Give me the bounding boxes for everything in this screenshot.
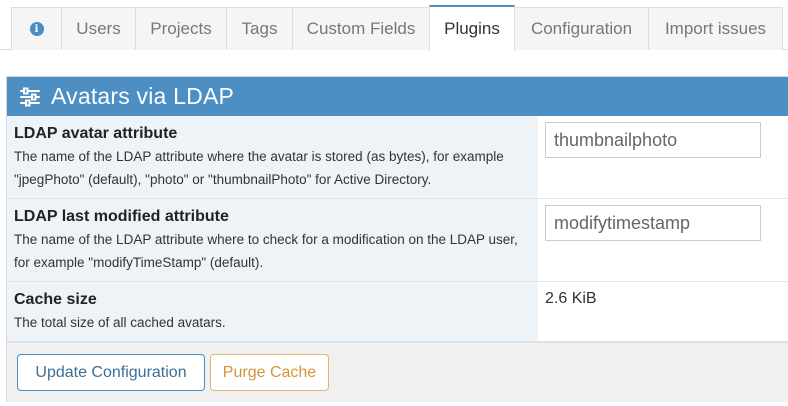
update-configuration-button[interactable]: Update Configuration: [17, 354, 205, 391]
setting-row-last-modified-attribute: LDAP last modified attribute The name of…: [7, 199, 788, 282]
info-icon: i: [29, 22, 44, 36]
tab-projects[interactable]: Projects: [135, 7, 227, 50]
tab-import-issues[interactable]: Import issues: [648, 7, 783, 50]
tab-info[interactable]: i: [11, 7, 62, 50]
admin-tab-bar: i Users Projects Tags Custom Fields Plug…: [0, 0, 788, 51]
tab-tags[interactable]: Tags: [226, 7, 293, 50]
setting-label-cell: LDAP avatar attribute The name of the LD…: [7, 116, 538, 198]
panel-title: Avatars via LDAP: [51, 83, 235, 109]
setting-title: LDAP avatar attribute: [14, 125, 178, 142]
setting-description: The name of the LDAP attribute where to …: [14, 232, 518, 270]
setting-value-cell: [538, 199, 788, 281]
setting-title: Cache size: [14, 291, 97, 308]
tab-custom-fields[interactable]: Custom Fields: [292, 7, 430, 50]
setting-value-cell: [538, 116, 788, 198]
setting-value-cell: 2.6 KiB: [538, 282, 788, 341]
panel-header: Avatars via LDAP: [7, 77, 788, 116]
setting-row-cache-size: Cache size The total size of all cached …: [7, 282, 788, 342]
setting-label-cell: LDAP last modified attribute The name of…: [7, 199, 538, 281]
last-modified-attribute-input[interactable]: [545, 205, 761, 241]
cache-size-value: 2.6 KiB: [545, 290, 597, 307]
avatar-attribute-input[interactable]: [545, 122, 761, 158]
setting-description: The total size of all cached avatars.: [14, 315, 226, 330]
sliders-icon: [20, 87, 40, 106]
setting-label-cell: Cache size The total size of all cached …: [7, 282, 538, 341]
tab-configuration[interactable]: Configuration: [514, 7, 649, 50]
setting-description: The name of the LDAP attribute where the…: [14, 149, 504, 187]
tab-users[interactable]: Users: [61, 7, 136, 50]
setting-row-avatar-attribute: LDAP avatar attribute The name of the LD…: [7, 116, 788, 199]
tab-plugins[interactable]: Plugins: [429, 5, 515, 51]
purge-cache-button[interactable]: Purge Cache: [210, 354, 329, 391]
plugin-settings-panel: Avatars via LDAP LDAP avatar attribute T…: [6, 76, 788, 402]
panel-footer: Update Configuration Purge Cache: [7, 342, 788, 402]
setting-title: LDAP last modified attribute: [14, 208, 229, 225]
